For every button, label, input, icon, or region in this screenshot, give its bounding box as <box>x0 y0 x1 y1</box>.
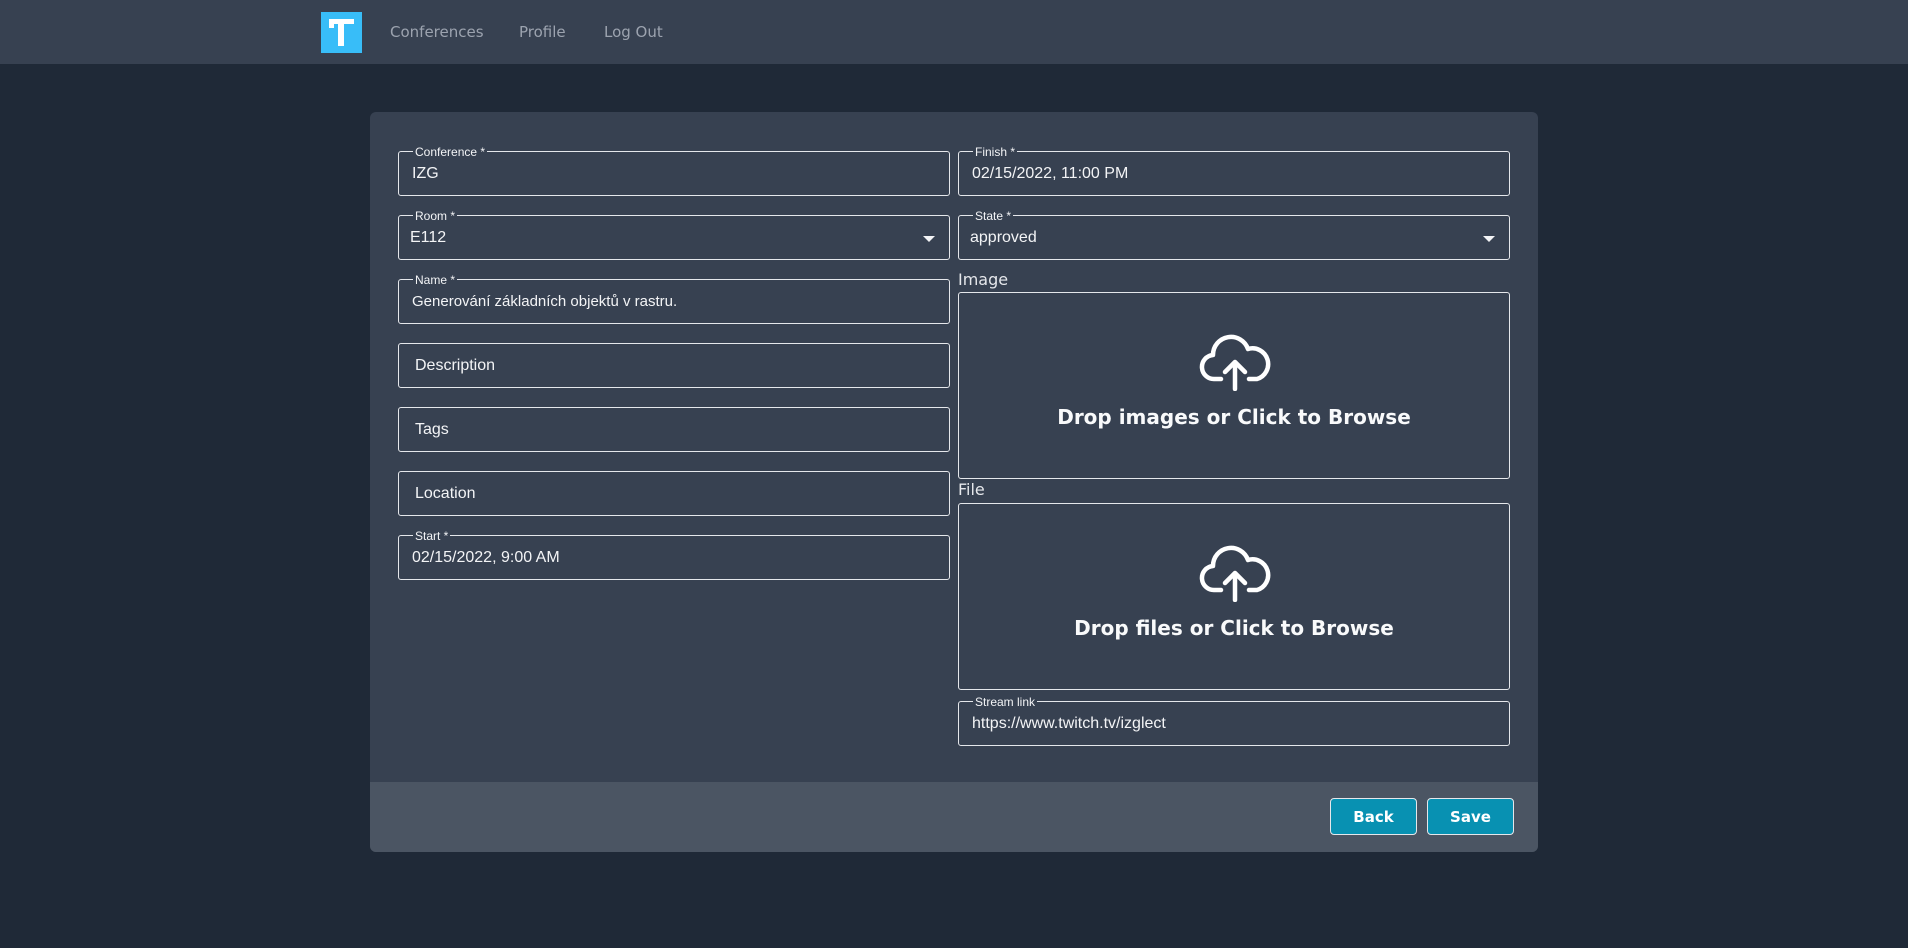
nav-link-conferences[interactable]: Conferences <box>390 23 484 41</box>
stream-link-value: https://www.twitch.tv/izglect <box>972 715 1166 732</box>
state-select[interactable]: State * approved <box>958 210 1510 260</box>
image-section-title: Image <box>958 270 1009 289</box>
state-label: State * <box>973 209 1014 223</box>
form-footer: Back Save <box>370 782 1538 852</box>
finish-value: 02/15/2022, 11:00 PM <box>972 165 1129 182</box>
event-form-panel: Conference * IZG Room * E112 Name * Gene… <box>370 112 1538 852</box>
chevron-down-icon <box>923 236 935 242</box>
name-field[interactable]: Name * Generování základních objektů v r… <box>398 274 950 324</box>
name-label: Name * <box>413 273 458 287</box>
top-navbar: Conferences Profile Log Out <box>0 0 1908 64</box>
t-logo-icon[interactable] <box>321 12 362 53</box>
finish-datetime-field[interactable]: Finish * 02/15/2022, 11:00 PM <box>958 146 1510 196</box>
start-datetime-field[interactable]: Start * 02/15/2022, 9:00 AM <box>398 530 950 580</box>
chevron-down-icon <box>1483 236 1495 242</box>
description-field[interactable]: Description <box>398 343 950 388</box>
finish-label: Finish * <box>973 145 1018 159</box>
room-value: E112 <box>410 229 447 246</box>
image-dropzone[interactable]: Drop images or Click to Browse <box>958 292 1510 479</box>
tags-field[interactable]: Tags <box>398 407 950 452</box>
file-dropzone[interactable]: Drop files or Click to Browse <box>958 503 1510 690</box>
stream-link-label: Stream link <box>973 695 1038 709</box>
location-field[interactable]: Location <box>398 471 950 516</box>
name-value: Generování základních objektů v rastru. <box>412 293 678 310</box>
state-value: approved <box>970 229 1037 246</box>
room-select[interactable]: Room * E112 <box>398 210 950 260</box>
description-placeholder: Description <box>415 357 496 374</box>
room-label: Room * <box>413 209 458 223</box>
nav-link-profile[interactable]: Profile <box>519 23 566 41</box>
file-drop-text: Drop files or Click to Browse <box>1074 616 1394 640</box>
conference-value: IZG <box>412 165 439 182</box>
back-button[interactable]: Back <box>1330 798 1417 835</box>
stream-link-field[interactable]: Stream link https://www.twitch.tv/izglec… <box>958 696 1510 746</box>
location-placeholder: Location <box>415 485 476 502</box>
save-button[interactable]: Save <box>1427 798 1514 835</box>
cloud-upload-icon <box>1199 334 1271 391</box>
cloud-upload-icon <box>1199 545 1271 602</box>
image-drop-text: Drop images or Click to Browse <box>1057 405 1411 429</box>
nav-link-logout[interactable]: Log Out <box>604 23 663 41</box>
conference-field[interactable]: Conference * IZG <box>398 146 950 196</box>
start-label: Start * <box>413 529 451 543</box>
tags-placeholder: Tags <box>415 421 449 438</box>
start-value: 02/15/2022, 9:00 AM <box>412 549 560 566</box>
conference-label: Conference * <box>413 145 488 159</box>
file-section-title: File <box>958 480 985 499</box>
